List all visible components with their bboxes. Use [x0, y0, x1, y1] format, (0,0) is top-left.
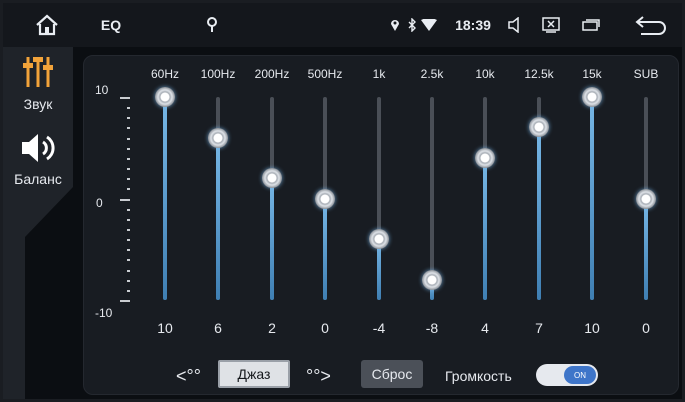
band-slider-knob[interactable] [582, 87, 602, 107]
scale-tick [127, 107, 130, 110]
status-bar: EQ 18:39 [3, 3, 682, 47]
loudness-label: Громкость [445, 368, 512, 384]
reset-button[interactable]: Сброс [361, 360, 423, 388]
db-scale [118, 97, 132, 309]
band-slider-track[interactable] [590, 97, 594, 300]
sidebar-item-sound[interactable]: Звук [3, 53, 73, 112]
scale-tick [127, 208, 130, 211]
band-slider-knob[interactable] [422, 269, 442, 290]
band-slider-fill [537, 127, 541, 300]
mic-icon[interactable] [200, 3, 224, 47]
scale-major-tick [120, 97, 130, 99]
band-slider-fill [216, 137, 220, 300]
scale-tick [127, 249, 130, 252]
band-slider-fill [163, 97, 167, 300]
scale-tick [127, 188, 130, 191]
band-slider-knob[interactable] [369, 229, 389, 250]
band-frequency-label: 2.5k [420, 67, 444, 81]
band-slider-track[interactable] [270, 97, 274, 300]
scale-label-bottom: -10 [95, 306, 113, 320]
scale-tick [127, 127, 130, 130]
scale-major-tick [120, 300, 130, 302]
band-value-label: -4 [372, 320, 386, 336]
prev-preset-button[interactable]: <°° [176, 364, 201, 388]
location-icon [387, 3, 403, 47]
band-value-label: 0 [321, 320, 329, 336]
scale-tick [127, 239, 130, 242]
band-frequency-label: 1k [372, 67, 386, 81]
band-slider-fill [270, 178, 274, 300]
band-slider-knob[interactable] [636, 188, 656, 209]
band-slider-track[interactable] [163, 97, 167, 300]
band-slider-fill [590, 97, 594, 300]
band-value-label: 7 [535, 320, 543, 336]
back-icon[interactable] [631, 3, 671, 47]
band-frequency-label: 60Hz [150, 67, 179, 81]
recent-apps-icon[interactable] [579, 3, 603, 47]
band-slider-fill [483, 157, 487, 300]
sidebar-item-label: Звук [23, 96, 53, 112]
band-slider-track[interactable] [377, 97, 381, 300]
band-value-label: 10 [584, 320, 600, 336]
volume-icon[interactable] [504, 3, 526, 47]
band-value-label: 0 [642, 320, 650, 336]
band-slider-fill [323, 198, 327, 300]
sidebar: Звук Баланс [3, 47, 73, 399]
scale-tick [127, 228, 130, 231]
loudness-toggle[interactable]: ON [536, 364, 598, 386]
band-slider-knob[interactable] [155, 87, 175, 107]
band-value-label: -8 [425, 320, 439, 336]
scale-tick [127, 157, 130, 160]
sliders-icon [23, 53, 53, 94]
band-value-label: 2 [268, 320, 276, 336]
band-value-label: 10 [157, 320, 173, 336]
band-value-label: 4 [481, 320, 489, 336]
scale-major-tick [120, 198, 130, 201]
scale-label-mid: 0 [96, 196, 103, 210]
sidebar-item-balance[interactable]: Баланс [3, 132, 73, 187]
band-frequency-label: 12.5k [524, 67, 554, 81]
band-frequency-label: SUB [633, 67, 659, 81]
band-slider-track[interactable] [483, 97, 487, 300]
band-frequency-label: 15k [582, 67, 602, 81]
scale-tick [127, 289, 130, 292]
band-slider-fill [644, 198, 648, 300]
home-icon[interactable] [30, 3, 64, 47]
scale-tick [127, 117, 130, 120]
clock-time: 18:39 [455, 17, 491, 33]
scale-tick [127, 269, 130, 272]
sidebar-item-label: Баланс [14, 171, 62, 187]
band-slider-knob[interactable] [208, 127, 228, 148]
scale-tick [127, 279, 130, 282]
preset-button[interactable]: Джаз [218, 360, 290, 388]
band-slider-knob[interactable] [315, 188, 335, 209]
scale-tick [127, 147, 130, 150]
close-screen-icon[interactable] [539, 3, 563, 47]
band-frequency-label: 10k [475, 67, 495, 81]
bluetooth-icon [405, 3, 419, 47]
band-frequency-label: 200Hz [254, 67, 290, 81]
app-title: EQ [100, 17, 122, 33]
scale-tick [127, 218, 130, 221]
scale-tick [127, 178, 130, 181]
band-slider-knob[interactable] [475, 147, 495, 168]
scale-label-top: 10 [95, 83, 109, 97]
scale-tick [127, 259, 130, 262]
next-preset-button[interactable]: °°> [306, 364, 331, 388]
toggle-state: ON [564, 366, 596, 384]
scale-tick [127, 168, 130, 171]
scale-tick [127, 137, 130, 140]
wifi-icon [418, 3, 440, 47]
band-frequency-label: 500Hz [307, 67, 343, 81]
speaker-icon [20, 132, 56, 169]
band-value-label: 6 [214, 320, 222, 336]
band-frequency-label: 100Hz [200, 67, 236, 81]
